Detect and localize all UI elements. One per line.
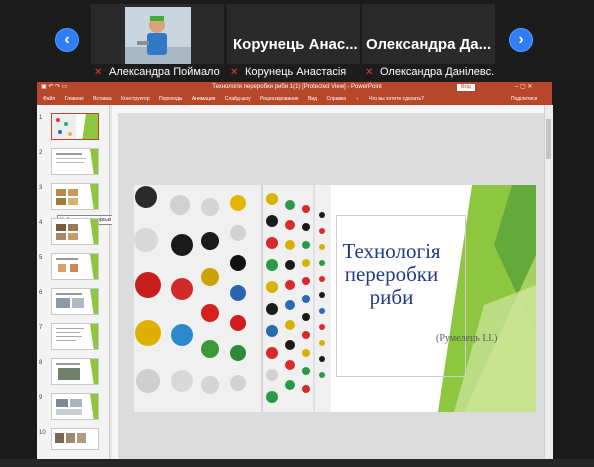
participant-name: Олександра Данілевс... (380, 66, 495, 78)
window-title: Технологія переробки риби 1(1) [Protecte… (212, 84, 382, 90)
participant-name: Корунець Анастасія (245, 66, 347, 78)
slide-number: 10 (39, 430, 46, 436)
tab-design[interactable]: Конструктор (121, 96, 150, 102)
tab-slideshow[interactable]: Слайд-шоу (225, 96, 251, 102)
slide-thumbnail-5[interactable] (51, 253, 99, 280)
participant-tile-1[interactable] (91, 4, 224, 64)
tab-transitions[interactable]: Переходы (159, 96, 182, 102)
slide-thumbnail-image (56, 149, 98, 174)
slide-number: 4 (39, 220, 43, 226)
share-button[interactable]: Поділитися (511, 93, 537, 105)
prev-page-button[interactable]: ‹ (55, 28, 79, 52)
next-page-button[interactable]: › (509, 28, 533, 52)
dotted-wall-image (134, 185, 331, 412)
slide-title-line: Технологія (342, 239, 441, 263)
slide-title-line: переробки (344, 262, 439, 286)
slide-title-line: риби (369, 285, 414, 309)
slide-thumbnail-image (56, 184, 98, 209)
lightbulb-icon: ♀ (355, 96, 361, 102)
mic-muted-icon: ✕ (230, 67, 239, 78)
tab-review[interactable]: Рецензирование (260, 96, 299, 102)
current-slide[interactable]: Технологія переробки риби (Румелець І.І.… (134, 185, 536, 412)
slide-thumbnail-image (56, 324, 98, 349)
slide-author[interactable]: (Румелець І.І.) (436, 333, 497, 344)
slide-thumbnail-7[interactable] (51, 323, 99, 350)
slide-thumbnail-image (56, 289, 98, 314)
vertical-scrollbar[interactable] (544, 105, 553, 459)
slide-thumbnail-image (56, 219, 98, 244)
shared-screen-powerpoint: ▣ ↶ ↷ ▭ Технологія переробки риби 1(1) [… (37, 82, 553, 459)
participant-label-2: ✕ Корунець Анастасія (230, 64, 362, 80)
tab-animations[interactable]: Анимация (192, 96, 215, 102)
slide-thumbnail-4[interactable] (51, 218, 99, 245)
tab-file[interactable]: Файл (43, 96, 55, 102)
slide-thumbnail-image (56, 359, 98, 384)
slide-number: 1 (39, 115, 43, 121)
slide-thumbnail-image (52, 114, 98, 139)
participant-tile-3[interactable]: Олександра Да... (362, 4, 495, 64)
participant-name: Александра Поймало (109, 66, 220, 78)
slide-number: 9 (39, 395, 43, 401)
tab-view[interactable]: Вид (308, 96, 317, 102)
slide-thumbnail-1[interactable] (51, 113, 99, 140)
participant-label-3: ✕ Олександра Данілевс... (365, 64, 495, 80)
slide-number: 5 (39, 255, 43, 261)
quick-access-icons: ▣ ↶ ↷ ▭ (41, 84, 68, 90)
participant-display-name: Корунець Анас... (233, 36, 358, 53)
slide-thumbnail-image (56, 254, 98, 279)
tab-insert[interactable]: Вставка (93, 96, 112, 102)
slide-number: 7 (39, 325, 43, 331)
slide-thumbnail-image (56, 394, 98, 419)
slide-number: 6 (39, 290, 43, 296)
slide-title[interactable]: Технологія переробки риби (339, 240, 444, 309)
slide-thumbnail-10[interactable] (51, 428, 99, 450)
scrollbar-thumb[interactable] (546, 119, 551, 159)
mic-muted-icon: ✕ (365, 67, 374, 78)
window-titlebar: ▣ ↶ ↷ ▭ Технологія переробки риби 1(1) [… (37, 82, 552, 93)
tab-help[interactable]: Справка (326, 96, 346, 102)
slide-thumbnail-2[interactable] (51, 148, 99, 175)
slide-number: 8 (39, 360, 43, 366)
participant-video (125, 7, 191, 64)
participant-tile-2[interactable]: Корунець Анас... (227, 4, 360, 64)
slide-thumbnail-8[interactable] (51, 358, 99, 385)
tell-me-search[interactable]: ♀ Что вы хотите сделать? (355, 96, 431, 102)
slide-number: 3 (39, 185, 43, 191)
meeting-bottom-bar (0, 459, 594, 467)
slide-thumbnail-9[interactable] (51, 393, 99, 420)
window-controls-icon[interactable]: – ▢ ✕ (515, 82, 532, 93)
tell-me-label: Что вы хотите сделать? (368, 96, 424, 102)
tab-home[interactable]: Главная (65, 96, 84, 102)
slide-thumbnail-3[interactable] (51, 183, 99, 210)
participant-display-name: Олександра Да... (366, 36, 492, 53)
slide-thumbnail-image (55, 433, 86, 443)
signin-button[interactable]: Вхід (457, 84, 475, 91)
slide-number: 2 (39, 150, 43, 156)
ribbon-tabs: Файл Главная Вставка Конструктор Переход… (37, 93, 552, 105)
participant-label-1: ✕ Александра Поймало (94, 64, 226, 80)
slide-thumbnail-6[interactable] (51, 288, 99, 315)
mic-muted-icon: ✕ (94, 67, 103, 78)
